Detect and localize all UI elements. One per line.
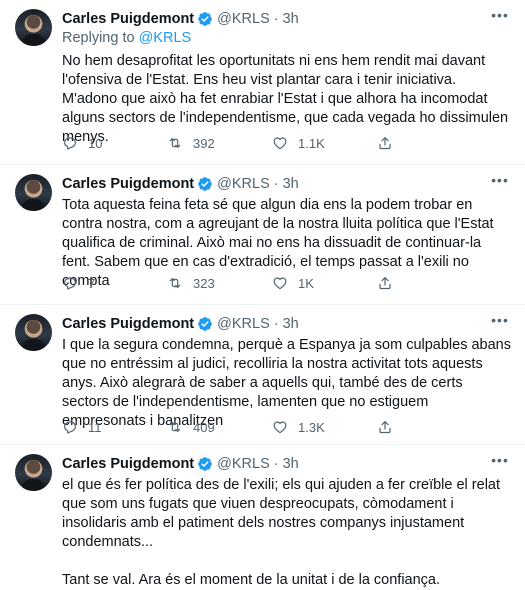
author-name[interactable]: Carles Puigdemont bbox=[62, 456, 194, 472]
action-bar: 7 323 1K bbox=[62, 273, 512, 293]
author-handle[interactable]: @KRLS bbox=[217, 316, 270, 332]
heart-icon bbox=[272, 419, 288, 435]
share-button[interactable] bbox=[377, 135, 403, 151]
avatar[interactable] bbox=[15, 454, 52, 491]
avatar[interactable] bbox=[15, 9, 52, 46]
separator-dot: · bbox=[273, 11, 279, 27]
avatar[interactable] bbox=[15, 314, 52, 351]
retweet-button[interactable]: 409 bbox=[167, 419, 272, 435]
reply-icon bbox=[62, 135, 78, 151]
timestamp[interactable]: 3h bbox=[283, 11, 299, 27]
tweet[interactable]: Carles Puigdemont @KRLS · 3h ••• I que l… bbox=[0, 305, 525, 445]
like-button[interactable]: 1.1K bbox=[272, 135, 377, 151]
reply-count: 10 bbox=[88, 135, 103, 151]
more-icon[interactable]: ••• bbox=[490, 173, 510, 192]
share-icon bbox=[377, 135, 393, 151]
like-count: 1.3K bbox=[298, 419, 325, 435]
action-bar: 10 392 1.1K bbox=[62, 133, 512, 153]
retweet-button[interactable]: 323 bbox=[167, 275, 272, 291]
author-handle[interactable]: @KRLS bbox=[217, 456, 270, 472]
retweet-icon bbox=[167, 135, 183, 151]
like-button[interactable]: 1.3K bbox=[272, 419, 377, 435]
replying-handle-link[interactable]: @KRLS bbox=[139, 30, 192, 46]
tweet-paragraph: Tant se val. Ara és el moment de la unit… bbox=[62, 572, 441, 588]
tweet[interactable]: Carles Puigdemont @KRLS · 3h ••• el que … bbox=[0, 445, 525, 588]
share-icon bbox=[377, 419, 393, 435]
retweet-icon bbox=[167, 275, 183, 291]
share-icon bbox=[377, 275, 393, 291]
tweet-header: Carles Puigdemont @KRLS · 3h bbox=[62, 454, 299, 474]
heart-icon bbox=[272, 135, 288, 151]
avatar[interactable] bbox=[15, 174, 52, 211]
like-count: 1K bbox=[298, 275, 314, 291]
tweet-header: Carles Puigdemont @KRLS · 3h bbox=[62, 9, 299, 29]
share-button[interactable] bbox=[377, 419, 403, 435]
verified-badge-icon bbox=[197, 176, 213, 192]
like-count: 1.1K bbox=[298, 135, 325, 151]
reply-button[interactable]: 11 bbox=[62, 419, 167, 435]
retweet-count: 392 bbox=[193, 135, 215, 151]
separator-dot: · bbox=[273, 456, 279, 472]
author-handle[interactable]: @KRLS bbox=[217, 176, 270, 192]
separator-dot: · bbox=[273, 316, 279, 332]
retweet-count: 323 bbox=[193, 275, 215, 291]
share-button[interactable] bbox=[377, 275, 403, 291]
reply-icon bbox=[62, 275, 78, 291]
retweet-button[interactable]: 392 bbox=[167, 135, 272, 151]
tweet[interactable]: Carles Puigdemont @KRLS · 3h ••• Replyin… bbox=[0, 0, 525, 165]
more-icon[interactable]: ••• bbox=[490, 313, 510, 332]
author-name[interactable]: Carles Puigdemont bbox=[62, 176, 194, 192]
verified-badge-icon bbox=[197, 11, 213, 27]
replying-to: Replying to @KRLS bbox=[62, 30, 191, 46]
replying-label: Replying to bbox=[62, 30, 139, 46]
more-icon[interactable]: ••• bbox=[490, 453, 510, 472]
timestamp[interactable]: 3h bbox=[283, 456, 299, 472]
author-name[interactable]: Carles Puigdemont bbox=[62, 316, 194, 332]
action-bar: 11 409 1.3K bbox=[62, 417, 512, 437]
tweet-paragraph: el que és fer política des de l'exili; e… bbox=[62, 477, 501, 550]
separator-dot: · bbox=[273, 176, 279, 192]
author-name[interactable]: Carles Puigdemont bbox=[62, 11, 194, 27]
more-icon[interactable]: ••• bbox=[490, 8, 510, 27]
timestamp[interactable]: 3h bbox=[283, 316, 299, 332]
retweet-count: 409 bbox=[193, 419, 215, 435]
timestamp[interactable]: 3h bbox=[283, 176, 299, 192]
reply-icon bbox=[62, 419, 78, 435]
tweet-header: Carles Puigdemont @KRLS · 3h bbox=[62, 314, 299, 334]
reply-button[interactable]: 7 bbox=[62, 275, 167, 291]
tweet-header: Carles Puigdemont @KRLS · 3h bbox=[62, 174, 299, 194]
verified-badge-icon bbox=[197, 456, 213, 472]
heart-icon bbox=[272, 275, 288, 291]
reply-count: 7 bbox=[88, 275, 96, 291]
tweet[interactable]: Carles Puigdemont @KRLS · 3h ••• Tota aq… bbox=[0, 165, 525, 305]
reply-count: 11 bbox=[88, 419, 102, 435]
reply-button[interactable]: 10 bbox=[62, 135, 167, 151]
verified-badge-icon bbox=[197, 316, 213, 332]
retweet-icon bbox=[167, 419, 183, 435]
like-button[interactable]: 1K bbox=[272, 275, 377, 291]
author-handle[interactable]: @KRLS bbox=[217, 11, 270, 27]
